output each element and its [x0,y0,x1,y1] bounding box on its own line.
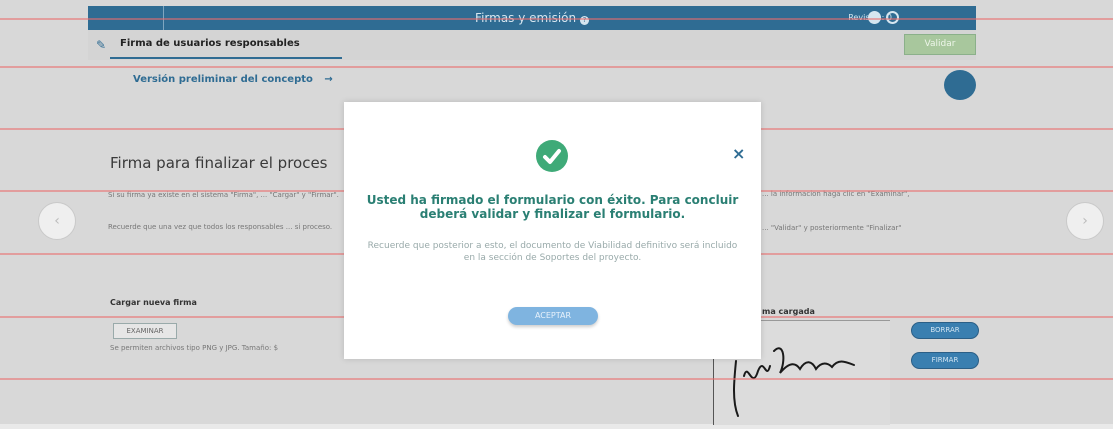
pencil-icon: ✎ [96,38,107,52]
uploaded-signature-label: ma cargada [762,307,815,316]
close-icon[interactable]: × [732,144,745,163]
arrow-right-icon: → [324,74,333,85]
upload-signature-label: Cargar nueva firma [110,298,197,307]
section-heading: Firma para finalizar el proces [110,154,328,172]
tab-underline [110,57,342,59]
borrar-button[interactable]: BORRAR [911,322,979,339]
accept-button[interactable]: ACEPTAR [508,307,598,325]
preliminary-version-link[interactable]: Versión preliminar del concepto → [133,74,333,85]
firmar-button[interactable]: FIRMAR [911,352,979,369]
floating-action-button[interactable] [944,70,976,100]
success-subtext: Recuerde que posterior a esto, el docume… [367,241,738,263]
preliminary-version-label: Versión preliminar del concepto [133,74,313,85]
instructions-text-right-2: ... "Validar" y posteriormente "Finaliza… [762,224,902,232]
scan-artifact [0,378,1113,380]
next-slide-button[interactable]: › [1066,202,1104,240]
prev-slide-button[interactable]: ‹ [38,202,76,240]
examinar-button[interactable]: EXAMINAR [113,323,177,339]
instructions-text-2: Recuerde que una vez que todos los respo… [108,223,333,231]
check-circle-icon [536,140,568,172]
tab-firma-usuarios[interactable]: Firma de usuarios responsables [120,38,300,49]
scan-artifact [0,18,1113,20]
upload-hint: Se permiten archivos tipo PNG y JPG. Tam… [110,344,279,352]
scan-artifact [0,66,1113,68]
page-background: Firmas y emisión ? Revisión: 0 ✎ Firma d… [0,0,1113,425]
success-dialog: × Usted ha firmado el formulario con éxi… [344,102,761,359]
success-message: Usted ha firmado el formulario con éxito… [366,193,739,221]
validar-button[interactable]: Validar [904,34,976,55]
